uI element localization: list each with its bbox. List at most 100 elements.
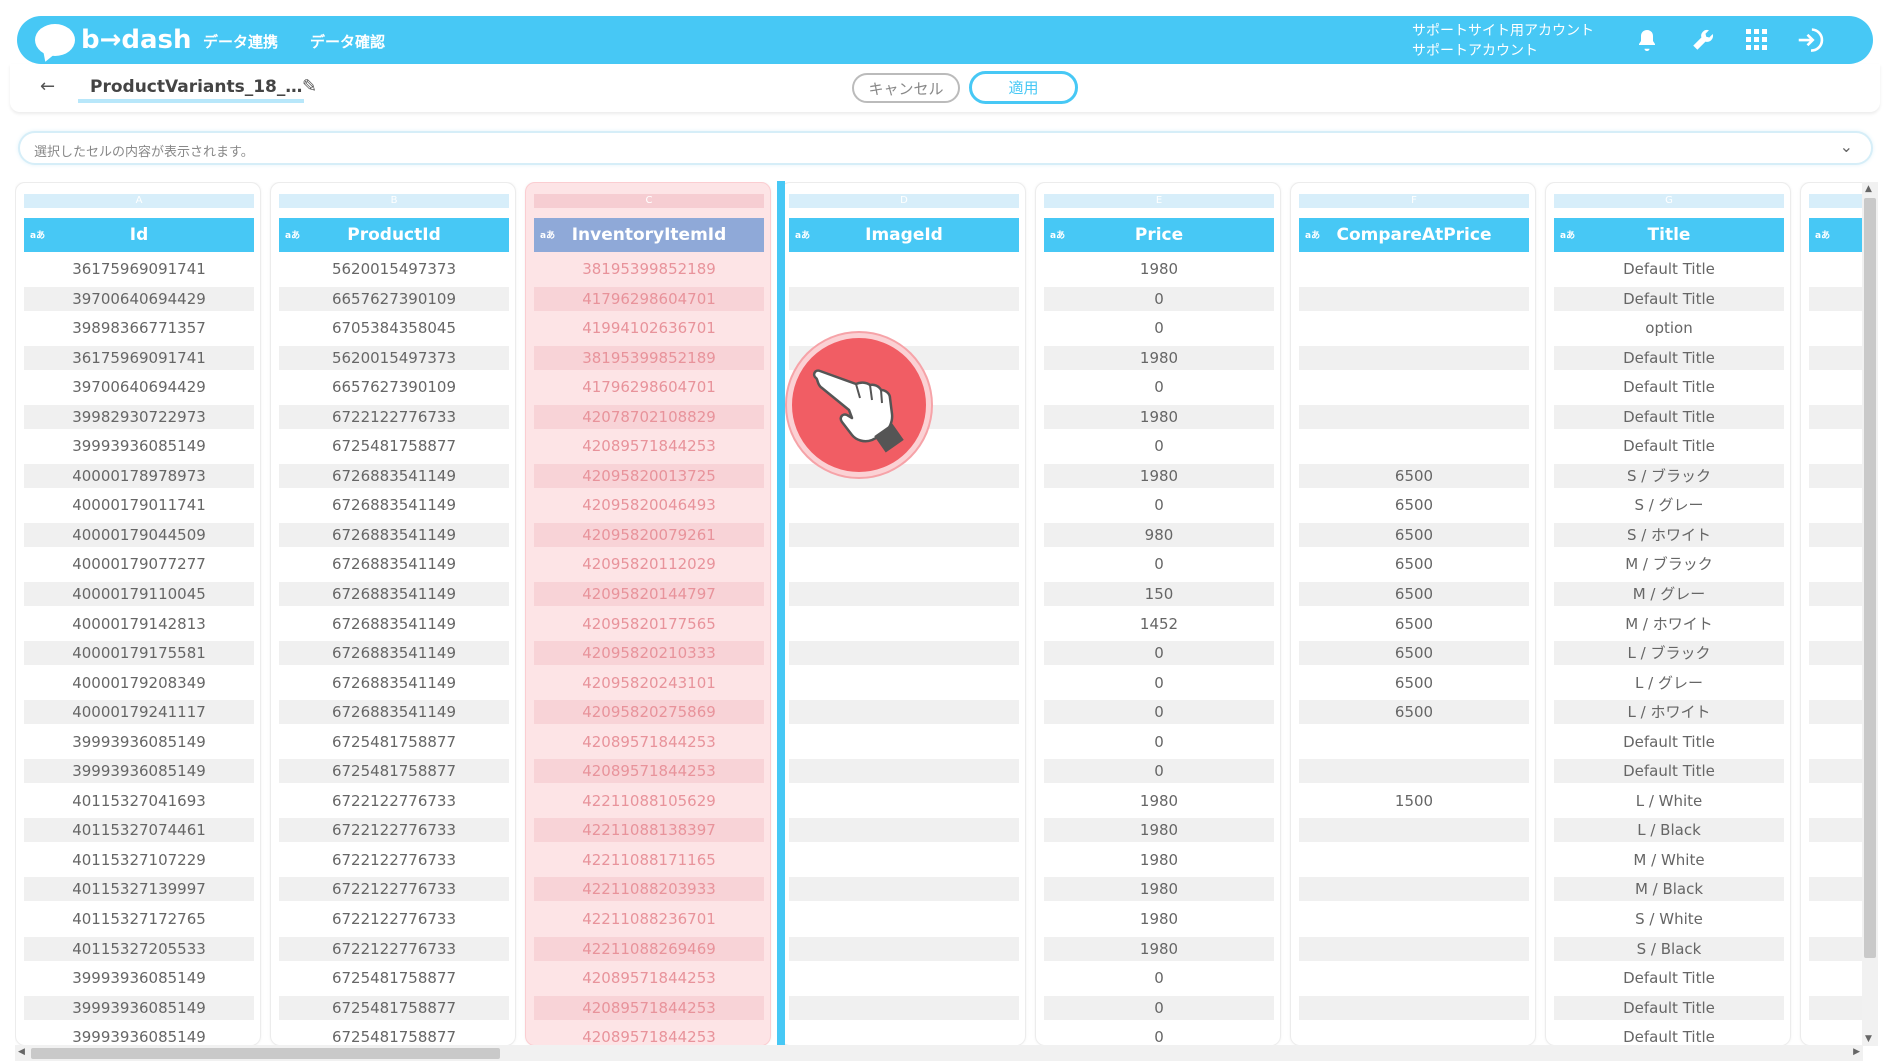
table-cell[interactable]: Default Title <box>1554 375 1784 400</box>
table-cell[interactable] <box>1299 375 1529 400</box>
table-cell[interactable] <box>789 700 1019 725</box>
table-cell[interactable]: 6722122776733 <box>279 818 509 843</box>
table-cell[interactable]: 1980 <box>1044 818 1274 843</box>
column-productid[interactable]: Baあ ProductId 5620015497373 6657627390109 67… <box>270 182 516 1046</box>
table-cell[interactable] <box>1299 316 1529 341</box>
table-cell[interactable]: 40115327205533 <box>24 936 254 961</box>
table-cell[interactable]: 6500 <box>1299 670 1529 695</box>
column-header[interactable]: aあ Price <box>1044 218 1274 252</box>
table-cell[interactable]: S / ホワイト <box>1554 522 1784 547</box>
table-cell[interactable]: 42078702108829 <box>534 404 764 429</box>
table-cell[interactable]: L / Black <box>1554 818 1784 843</box>
table-cell[interactable]: 0 <box>1044 641 1274 666</box>
table-cell[interactable] <box>789 729 1019 754</box>
table-cell[interactable] <box>1299 877 1529 902</box>
column-letter[interactable]: C <box>534 194 764 208</box>
table-cell[interactable]: 1980 <box>1044 404 1274 429</box>
table-cell[interactable]: 38195399852189 <box>534 257 764 281</box>
table-cell[interactable] <box>789 995 1019 1020</box>
table-cell[interactable]: 42095820013725 <box>534 463 764 488</box>
table-cell[interactable]: 6725481758877 <box>279 434 509 459</box>
table-cell[interactable]: 42095820243101 <box>534 670 764 695</box>
table-cell[interactable] <box>789 818 1019 843</box>
column-price[interactable]: Eaあ Price 1980 0 0 1980 0 1980 0 1980 0 980 0 150 1452… <box>1035 182 1281 1046</box>
table-cell[interactable]: 1980 <box>1044 257 1274 281</box>
table-cell[interactable]: 6726883541149 <box>279 522 509 547</box>
table-cell[interactable]: 38195399852189 <box>534 345 764 370</box>
column-letter[interactable]: B <box>279 194 509 208</box>
column-header[interactable]: aあ Title <box>1554 218 1784 252</box>
table-cell[interactable]: M / White <box>1554 847 1784 872</box>
table-cell[interactable] <box>789 611 1019 636</box>
table-cell[interactable]: 40000179044509 <box>24 522 254 547</box>
table-cell[interactable]: 1980 <box>1044 907 1274 932</box>
table-cell[interactable]: 42095820275869 <box>534 700 764 725</box>
apply-button[interactable]: 適用 <box>969 71 1078 104</box>
scroll-right-icon[interactable]: ▶ <box>1853 1047 1860 1057</box>
table-cell[interactable]: 0 <box>1044 552 1274 577</box>
table-cell[interactable]: Default Title <box>1554 286 1784 311</box>
column-imageid[interactable]: Daあ ImageId <box>780 182 1026 1046</box>
column-header[interactable]: aあ CompareAtPrice <box>1299 218 1529 252</box>
table-cell[interactable]: 6500 <box>1299 463 1529 488</box>
table-cell[interactable]: 6722122776733 <box>279 907 509 932</box>
table-cell[interactable]: 40115327107229 <box>24 847 254 872</box>
horizontal-scrollbar[interactable]: ◀ ▶ <box>15 1045 1863 1061</box>
scroll-down-icon[interactable]: ▼ <box>1865 1034 1872 1044</box>
table-cell[interactable]: 6657627390109 <box>279 375 509 400</box>
table-cell[interactable]: Default Title <box>1554 729 1784 754</box>
table-cell[interactable] <box>1299 995 1529 1020</box>
table-cell[interactable]: 6722122776733 <box>279 404 509 429</box>
table-cell[interactable]: 150 <box>1044 582 1274 607</box>
table-cell[interactable]: 1980 <box>1044 463 1274 488</box>
table-cell[interactable] <box>1299 729 1529 754</box>
table-cell[interactable]: 39993936085149 <box>24 434 254 459</box>
table-cell[interactable]: 6726883541149 <box>279 700 509 725</box>
table-cell[interactable]: 42211088269469 <box>534 936 764 961</box>
cancel-button[interactable]: キャンセル <box>852 73 960 103</box>
vertical-scrollbar[interactable]: ▲ ▼ <box>1862 182 1878 1046</box>
cell-content-bar[interactable]: 選択したセルの内容が表示されます。 ⌄ <box>18 131 1873 165</box>
table-cell[interactable]: 42095820144797 <box>534 582 764 607</box>
table-cell[interactable]: 980 <box>1044 522 1274 547</box>
table-cell[interactable] <box>1299 907 1529 932</box>
table-cell[interactable]: 40000178978973 <box>24 463 254 488</box>
table-cell[interactable]: 0 <box>1044 700 1274 725</box>
table-cell[interactable] <box>789 1025 1019 1045</box>
table-cell[interactable] <box>789 847 1019 872</box>
column-inventoryitemid[interactable]: Caあ InventoryItemId 38195399852189 41796298… <box>525 182 771 1046</box>
table-cell[interactable]: L / ホワイト <box>1554 700 1784 725</box>
table-cell[interactable]: 6726883541149 <box>279 641 509 666</box>
table-cell[interactable]: 6500 <box>1299 493 1529 518</box>
table-cell[interactable]: 1980 <box>1044 847 1274 872</box>
table-cell[interactable]: 1980 <box>1044 877 1274 902</box>
table-cell[interactable]: 42095820046493 <box>534 493 764 518</box>
file-title[interactable]: ProductVariants_18_… <box>78 77 304 103</box>
bell-icon[interactable] <box>1633 26 1661 54</box>
column-title[interactable]: Gaあ Title Default Title Default Title option… <box>1545 182 1791 1046</box>
table-cell[interactable]: 42211088236701 <box>534 907 764 932</box>
table-cell[interactable]: 42211088203933 <box>534 877 764 902</box>
table-cell[interactable] <box>789 552 1019 577</box>
table-cell[interactable]: 42089571844253 <box>534 759 764 784</box>
table-cell[interactable] <box>1299 1025 1529 1045</box>
table-cell[interactable]: 0 <box>1044 995 1274 1020</box>
table-cell[interactable]: 36175969091741 <box>24 345 254 370</box>
table-cell[interactable]: 6725481758877 <box>279 759 509 784</box>
table-cell[interactable]: 39982930722973 <box>24 404 254 429</box>
table-cell[interactable] <box>1299 966 1529 991</box>
table-cell[interactable]: 6725481758877 <box>279 729 509 754</box>
table-cell[interactable]: 42211088171165 <box>534 847 764 872</box>
table-cell[interactable]: 6725481758877 <box>279 1025 509 1045</box>
table-cell[interactable]: 42089571844253 <box>534 729 764 754</box>
table-cell[interactable]: 39993936085149 <box>24 729 254 754</box>
table-cell[interactable]: 6500 <box>1299 522 1529 547</box>
table-cell[interactable]: 40000179110045 <box>24 582 254 607</box>
grid-icon[interactable] <box>1743 26 1771 54</box>
table-cell[interactable]: 0 <box>1044 434 1274 459</box>
table-cell[interactable] <box>789 641 1019 666</box>
table-cell[interactable]: 6726883541149 <box>279 463 509 488</box>
table-cell[interactable]: 6722122776733 <box>279 936 509 961</box>
table-cell[interactable]: 6725481758877 <box>279 995 509 1020</box>
table-cell[interactable]: 6705384358045 <box>279 316 509 341</box>
